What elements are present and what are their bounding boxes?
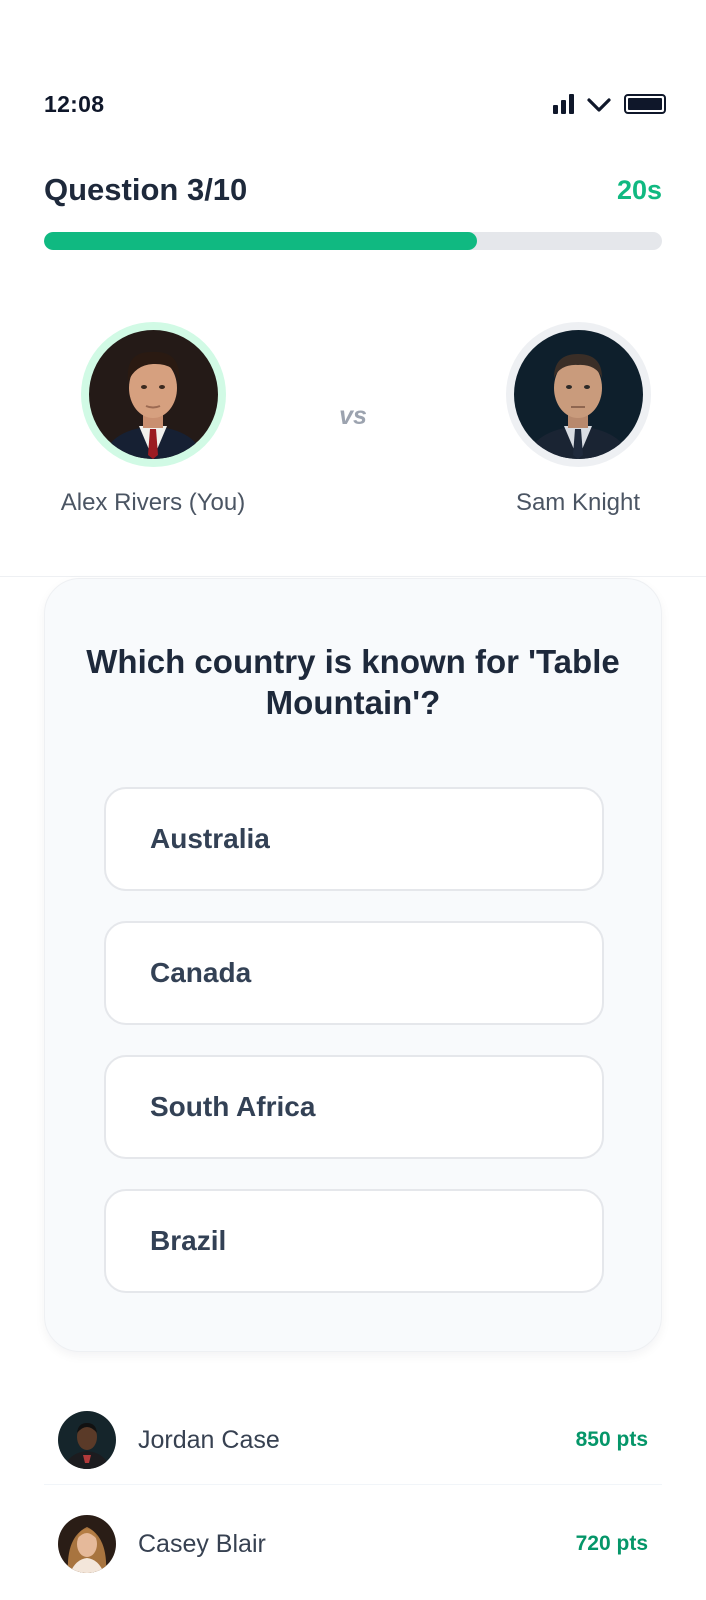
user-name: Alex Rivers (You): [60, 489, 246, 516]
leaderboard-row: Jordan Case 850 pts: [58, 1410, 648, 1470]
countdown-timer: 20s: [616, 174, 662, 205]
status-time: 12:08: [44, 90, 105, 117]
question-card: Which country is known for 'Table Mounta…: [44, 578, 662, 1352]
leaderboard-avatar: [58, 1515, 116, 1573]
signal-icon: [553, 94, 574, 114]
section-divider: [0, 576, 706, 577]
quiz-progress-fill: [44, 232, 477, 250]
quiz-header: Question 3/10 20s: [44, 172, 662, 208]
leaderboard-name: Jordan Case: [138, 1425, 280, 1454]
quiz-battle-screen: 12:08 Question 3/10 20s Alex Rivers (You…: [0, 0, 706, 1600]
leaderboard-divider: [44, 1484, 662, 1485]
answer-option-canada[interactable]: Canada: [104, 921, 604, 1025]
quiz-progress-bar: [44, 232, 662, 250]
leaderboard-row: Casey Blair 720 pts: [58, 1514, 648, 1574]
answer-option-south-africa[interactable]: South Africa: [104, 1055, 604, 1159]
leaderboard-points: 850 pts: [575, 1428, 648, 1451]
player-opponent: Sam Knight: [453, 322, 703, 517]
wifi-icon: [587, 98, 611, 112]
status-icons: [553, 94, 666, 114]
question-text: Which country is known for 'Table Mounta…: [86, 643, 620, 722]
user-avatar-ring: [80, 322, 226, 467]
answer-option-brazil[interactable]: Brazil: [104, 1189, 604, 1293]
answer-option-australia[interactable]: Australia: [104, 787, 604, 891]
leaderboard-points: 720 pts: [575, 1532, 648, 1555]
leaderboard-name: Casey Blair: [138, 1529, 266, 1558]
status-bar: 12:08: [44, 88, 666, 120]
user-avatar: [88, 330, 218, 459]
opponent-avatar-ring: [505, 322, 651, 467]
opponent-name: Sam Knight: [515, 489, 641, 516]
opponent-avatar: [513, 330, 643, 459]
question-counter: Question 3/10: [44, 172, 248, 207]
battery-icon: [624, 94, 666, 114]
leaderboard-avatar: [58, 1411, 116, 1469]
